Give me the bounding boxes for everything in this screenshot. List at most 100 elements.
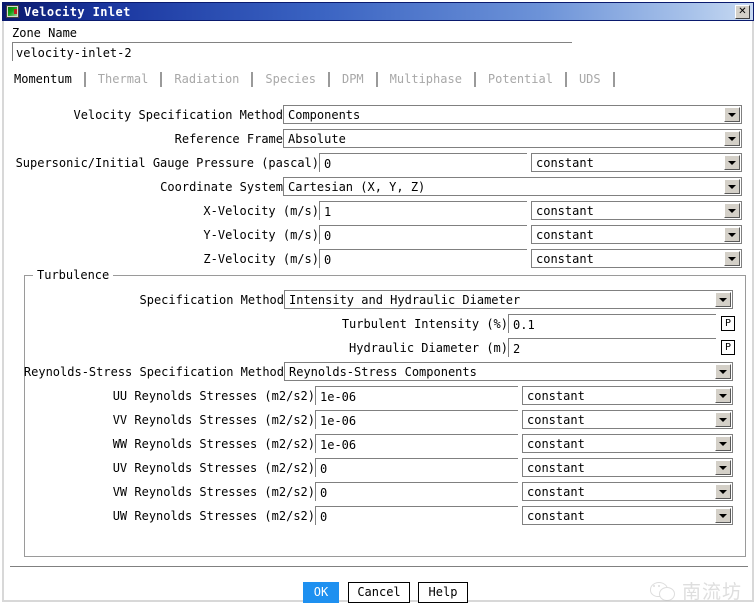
row-velocity-specification-method: Velocity Specification Method Components [4,105,746,125]
window-title-bar: Velocity Inlet ✕ [2,2,754,21]
tab-species[interactable]: Species [259,72,322,86]
reynolds-stress-vw-input[interactable] [315,482,518,501]
row-z-velocity: Z-Velocity (m/s) constant [4,249,746,269]
x-velocity-profile-combo[interactable]: constant [531,201,742,220]
chevron-down-icon[interactable] [724,227,740,242]
tab-dpm[interactable]: DPM [336,72,370,86]
tab-separator [474,72,476,87]
row-reynolds-stress-specification-method: Reynolds-Stress Specification Method Rey… [5,362,747,382]
reynolds-stress-specification-method-combo[interactable]: Reynolds-Stress Components [284,362,733,381]
reynolds-stress-uv-profile-combo[interactable]: constant [522,458,733,477]
reynolds-stress-vv-profile-combo[interactable]: constant [522,410,733,429]
close-icon[interactable]: ✕ [735,5,750,19]
fluent-app-icon [6,5,19,18]
reynolds-stress-ww-label: WW Reynolds Stresses (m2/s2) [113,437,315,451]
supersonic-initial-gauge-pressure-input[interactable] [319,153,527,172]
zone-name-input[interactable] [12,42,572,61]
row-y-velocity: Y-Velocity (m/s) constant [4,225,746,245]
reynolds-stress-specification-method-label: Reynolds-Stress Specification Method [24,365,284,379]
tab-separator [565,72,567,87]
tab-momentum[interactable]: Momentum [8,72,78,86]
row-coordinate-system: Coordinate System Cartesian (X, Y, Z) [4,177,746,197]
chevron-down-icon[interactable] [724,179,740,194]
tab-radiation[interactable]: Radiation [168,72,245,86]
turbulent-intensity-profile-button[interactable]: P [721,316,735,331]
chevron-down-icon[interactable] [715,292,731,307]
reynolds-stress-ww-profile-combo[interactable]: constant [522,434,733,453]
reynolds-stress-vv-label: VV Reynolds Stresses (m2/s2) [113,413,315,427]
chevron-down-icon[interactable] [724,131,740,146]
reynolds-stress-vv-input[interactable] [315,410,518,429]
supersonic-initial-gauge-pressure-profile-value: constant [532,156,724,170]
tab-separator [328,72,330,87]
reynolds-stress-uw-profile-combo[interactable]: constant [522,506,733,525]
y-velocity-profile-combo[interactable]: constant [531,225,742,244]
row-reference-frame: Reference Frame Absolute [4,129,746,149]
y-velocity-profile-value: constant [532,228,724,242]
reynolds-stress-vw-profile-combo[interactable]: constant [522,482,733,501]
turbulent-intensity-label: Turbulent Intensity (%) [342,317,508,331]
reynolds-stress-uw-profile-value: constant [523,509,715,523]
reynolds-stress-specification-method-value: Reynolds-Stress Components [285,365,715,379]
velocity-specification-method-label: Velocity Specification Method [73,108,283,122]
chevron-down-icon[interactable] [724,251,740,266]
cancel-button[interactable]: Cancel [348,582,410,603]
dialog-body: Zone Name Momentum Thermal Radiation Spe… [2,21,754,602]
z-velocity-label: Z-Velocity (m/s) [203,252,319,266]
reynolds-stress-ww-input[interactable] [315,434,518,453]
chevron-down-icon[interactable] [715,388,731,403]
chevron-down-icon[interactable] [715,364,731,379]
tab-uds[interactable]: UDS [573,72,607,86]
tab-multiphase[interactable]: Multiphase [384,72,468,86]
y-velocity-label: Y-Velocity (m/s) [203,228,319,242]
row-reynolds-stress-ww: WW Reynolds Stresses (m2/s2) constant [5,434,747,454]
dialog-button-row: OK Cancel Help [4,582,746,604]
row-turbulent-intensity: Turbulent Intensity (%) P [5,314,747,334]
chevron-down-icon[interactable] [724,155,740,170]
tab-separator [613,72,615,87]
coordinate-system-label: Coordinate System [160,180,283,194]
chevron-down-icon[interactable] [715,412,731,427]
hydraulic-diameter-input[interactable] [508,338,716,357]
chevron-down-icon[interactable] [724,107,740,122]
reynolds-stress-uu-profile-value: constant [523,389,715,403]
reynolds-stress-uv-input[interactable] [315,458,518,477]
chevron-down-icon[interactable] [724,203,740,218]
supersonic-initial-gauge-pressure-profile-combo[interactable]: constant [531,153,742,172]
y-velocity-input[interactable] [319,225,527,244]
x-velocity-profile-value: constant [532,204,724,218]
reynolds-stress-uu-input[interactable] [315,386,518,405]
reynolds-stress-uw-input[interactable] [315,506,518,525]
ok-button[interactable]: OK [303,582,339,603]
coordinate-system-combo[interactable]: Cartesian (X, Y, Z) [283,177,742,196]
reynolds-stress-uv-label: UV Reynolds Stresses (m2/s2) [113,461,315,475]
tab-separator [376,72,378,87]
turbulence-specification-method-value: Intensity and Hydraulic Diameter [285,293,715,307]
row-reynolds-stress-uu: UU Reynolds Stresses (m2/s2) constant [5,386,747,406]
z-velocity-input[interactable] [319,249,527,268]
chevron-down-icon[interactable] [715,460,731,475]
tab-thermal[interactable]: Thermal [92,72,155,86]
tab-potential[interactable]: Potential [482,72,559,86]
turbulent-intensity-input[interactable] [508,314,716,333]
chevron-down-icon[interactable] [715,508,731,523]
velocity-specification-method-combo[interactable]: Components [283,105,742,124]
row-reynolds-stress-vv: VV Reynolds Stresses (m2/s2) constant [5,410,747,430]
z-velocity-profile-combo[interactable]: constant [531,249,742,268]
zone-name-label: Zone Name [12,26,77,40]
chevron-down-icon[interactable] [715,484,731,499]
help-button[interactable]: Help [418,582,468,603]
x-velocity-input[interactable] [319,201,527,220]
hydraulic-diameter-profile-button[interactable]: P [721,340,735,355]
row-supersonic-initial-gauge-pressure: Supersonic/Initial Gauge Pressure (pasca… [4,153,746,173]
turbulence-specification-method-combo[interactable]: Intensity and Hydraulic Diameter [284,290,733,309]
reynolds-stress-uu-profile-combo[interactable]: constant [522,386,733,405]
chevron-down-icon[interactable] [715,436,731,451]
row-hydraulic-diameter: Hydraulic Diameter (m) P [5,338,747,358]
supersonic-initial-gauge-pressure-label: Supersonic/Initial Gauge Pressure (pasca… [16,156,319,170]
turbulence-group: Turbulence Specification Method Intensit… [24,275,746,557]
reynolds-stress-uu-label: UU Reynolds Stresses (m2/s2) [113,389,315,403]
reference-frame-combo[interactable]: Absolute [283,129,742,148]
reynolds-stress-uv-profile-value: constant [523,461,715,475]
z-velocity-profile-value: constant [532,252,724,266]
